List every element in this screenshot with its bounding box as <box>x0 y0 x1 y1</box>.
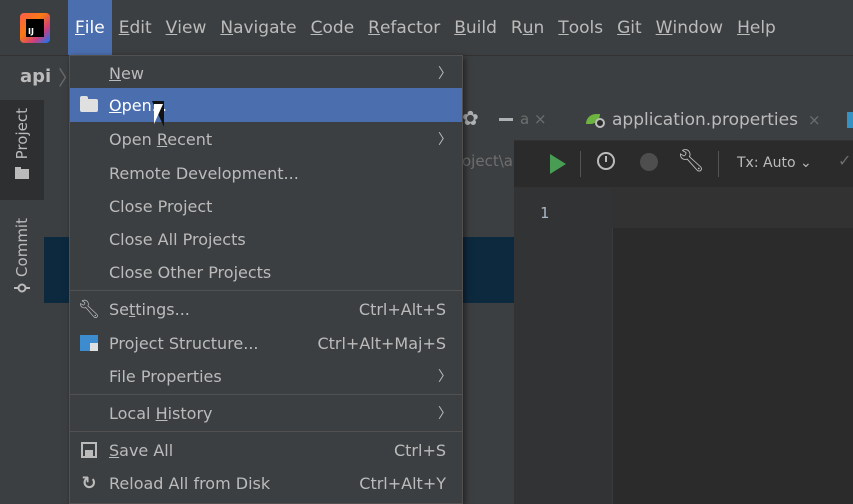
menu-tools[interactable]: Tools <box>551 0 610 55</box>
menu-item-close-project[interactable]: Close Project <box>70 189 462 223</box>
wrench-icon: 🔧︎ <box>77 298 101 320</box>
save-icon <box>79 440 99 460</box>
shortcut-label: Ctrl+Alt+Maj+S <box>317 333 446 353</box>
submenu-arrow-icon: 〉 <box>438 66 452 82</box>
toolbar-separator <box>718 151 719 177</box>
menu-item-open[interactable]: Open... <box>70 88 462 122</box>
tab-project-label: Project <box>13 108 31 160</box>
editor-tab-previous[interactable]: a × <box>520 110 547 128</box>
menu-item-close-other-projects[interactable]: Close Other Projects <box>70 255 462 289</box>
next-tab-icon <box>847 112 853 128</box>
editor-area: a × application.properties × 🔧︎ Tx: Auto… <box>514 100 853 504</box>
intellij-logo-icon[interactable]: IJ <box>20 12 50 43</box>
submenu-arrow-icon: 〉 <box>438 132 452 148</box>
file-menu-dropdown: New 〉 Open... Open Recent 〉 Remote Devel… <box>69 55 463 504</box>
project-structure-icon <box>79 333 99 353</box>
menu-separator <box>70 431 462 432</box>
shortcut-label: Ctrl+Alt+Y <box>359 473 446 493</box>
menu-item-project-structure[interactable]: Project Structure... Ctrl+Alt+Maj+S <box>70 326 462 360</box>
line-number: 1 <box>540 204 550 222</box>
editor-tab-label: application.properties <box>612 110 798 130</box>
menu-item-open-recent[interactable]: Open Recent 〉 <box>70 122 462 156</box>
shortcut-label: Ctrl+Alt+S <box>358 299 446 319</box>
menu-navigate[interactable]: Navigate <box>213 0 303 55</box>
editor-tab-application-properties[interactable]: application.properties × <box>586 100 821 140</box>
tab-commit[interactable]: Commit <box>0 218 44 318</box>
menu-item-new[interactable]: New 〉 <box>70 56 462 90</box>
menu-file[interactable]: File <box>68 0 112 55</box>
editor-tab-bar: a × application.properties × <box>514 100 853 141</box>
submenu-arrow-icon: 〉 <box>438 369 452 385</box>
menu-item-reload-all[interactable]: ↻ Reload All from Disk Ctrl+Alt+Y <box>70 466 462 500</box>
mouse-cursor-fill <box>154 104 163 124</box>
menu-edit[interactable]: Edit <box>112 0 159 55</box>
menu-view[interactable]: View <box>159 0 214 55</box>
menu-item-remote-development[interactable]: Remote Development... <box>70 156 462 190</box>
menu-code[interactable]: Code <box>304 0 362 55</box>
folder-icon <box>15 167 29 180</box>
menu-item-file-properties[interactable]: File Properties 〉 <box>70 359 462 393</box>
menu-window[interactable]: Window <box>649 0 730 55</box>
menu-item-settings[interactable]: 🔧︎ Settings... Ctrl+Alt+S <box>70 292 462 326</box>
editor-gutter <box>514 188 613 504</box>
menu-refactor[interactable]: Refactor <box>361 0 447 55</box>
current-line-highlight <box>612 188 853 228</box>
commit-icon <box>14 283 30 293</box>
wrench-icon[interactable]: 🔧︎ <box>677 149 705 174</box>
menu-separator <box>70 394 462 395</box>
menu-run[interactable]: Run <box>504 0 551 55</box>
minimize-icon[interactable] <box>499 118 513 121</box>
menu-build[interactable]: Build <box>447 0 504 55</box>
editor-toolbar: 🔧︎ Tx: Auto ⌄ ✓ <box>514 141 853 188</box>
history-icon[interactable] <box>597 152 615 170</box>
transaction-mode-dropdown[interactable]: Tx: Auto ⌄ <box>737 155 812 171</box>
reload-icon: ↻ <box>81 472 97 494</box>
run-icon[interactable] <box>550 154 566 174</box>
spring-properties-icon <box>586 112 606 128</box>
logo-text: IJ <box>26 18 44 37</box>
toolbar-separator <box>580 151 581 177</box>
breadcrumb-project[interactable]: api <box>20 66 51 87</box>
tool-window-strip: Project Commit <box>0 100 45 504</box>
menu-git[interactable]: Git <box>610 0 649 55</box>
stop-icon[interactable] <box>640 153 658 171</box>
menu-help[interactable]: Help <box>730 0 783 55</box>
menu-item-local-history[interactable]: Local History 〉 <box>70 396 462 430</box>
close-icon[interactable]: × <box>808 111 821 129</box>
menu-separator <box>70 290 462 291</box>
menu-item-close-all-projects[interactable]: Close All Projects <box>70 222 462 256</box>
shortcut-label: Ctrl+S <box>393 440 446 460</box>
menu-bar: IJ File Edit View Navigate Code Refactor… <box>0 0 853 55</box>
check-icon[interactable]: ✓ <box>838 151 851 170</box>
tab-project[interactable]: Project <box>0 100 44 200</box>
gear-icon[interactable]: ✿ <box>462 106 479 130</box>
tab-commit-label: Commit <box>13 218 31 277</box>
folder-open-icon <box>79 95 99 115</box>
menu-item-save-all[interactable]: Save All Ctrl+S <box>70 433 462 467</box>
submenu-arrow-icon: 〉 <box>438 406 452 422</box>
